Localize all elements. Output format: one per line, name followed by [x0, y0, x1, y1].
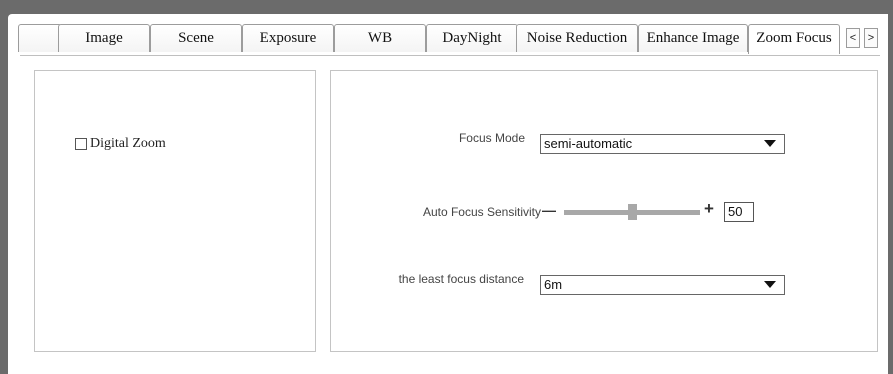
- chevron-down-icon: [764, 281, 776, 288]
- tab-wb[interactable]: WB: [334, 24, 426, 52]
- tab-strip: Image Scene Exposure WB DayNight Noise R…: [8, 14, 888, 54]
- digital-zoom-checkbox[interactable]: [75, 138, 87, 150]
- digital-zoom-panel: Digital Zoom: [34, 70, 316, 352]
- tab-image[interactable]: Image: [58, 24, 150, 52]
- focus-settings-panel: Focus Mode semi-automatic Auto Focus Sen…: [330, 70, 878, 352]
- settings-container: Image Scene Exposure WB DayNight Noise R…: [8, 14, 888, 374]
- focus-mode-value: semi-automatic: [544, 136, 633, 151]
- sensitivity-slider-thumb[interactable]: [628, 204, 637, 220]
- auto-focus-sensitivity-label: Auto Focus Sensitivity: [422, 205, 541, 219]
- tab-zoom-focus[interactable]: Zoom Focus: [748, 24, 840, 54]
- tab-scene[interactable]: Scene: [150, 24, 242, 52]
- least-focus-distance-label: the least focus distance: [398, 272, 524, 286]
- digital-zoom-label: Digital Zoom: [90, 136, 166, 151]
- digital-zoom-option[interactable]: Digital Zoom: [75, 136, 166, 152]
- least-focus-distance-value: 6m: [544, 277, 563, 292]
- tab-next-button[interactable]: >: [864, 28, 878, 48]
- tab-noise-reduction[interactable]: Noise Reduction: [516, 24, 638, 52]
- least-focus-distance-select[interactable]: 6m: [540, 275, 785, 295]
- tab-prev-button[interactable]: <: [846, 28, 860, 48]
- tab-overflow[interactable]: [18, 24, 62, 52]
- sensitivity-value-input[interactable]: 50: [724, 202, 754, 222]
- focus-mode-select[interactable]: semi-automatic: [540, 134, 785, 154]
- sensitivity-decrease-button[interactable]: —: [542, 202, 556, 218]
- chevron-down-icon: [764, 140, 776, 147]
- focus-mode-label: Focus Mode: [458, 131, 525, 145]
- sensitivity-increase-button[interactable]: +: [704, 199, 714, 219]
- tab-enhance-image[interactable]: Enhance Image: [638, 24, 748, 52]
- tab-exposure[interactable]: Exposure: [242, 24, 334, 52]
- tab-daynight[interactable]: DayNight: [426, 24, 518, 52]
- tab-divider: [20, 55, 880, 56]
